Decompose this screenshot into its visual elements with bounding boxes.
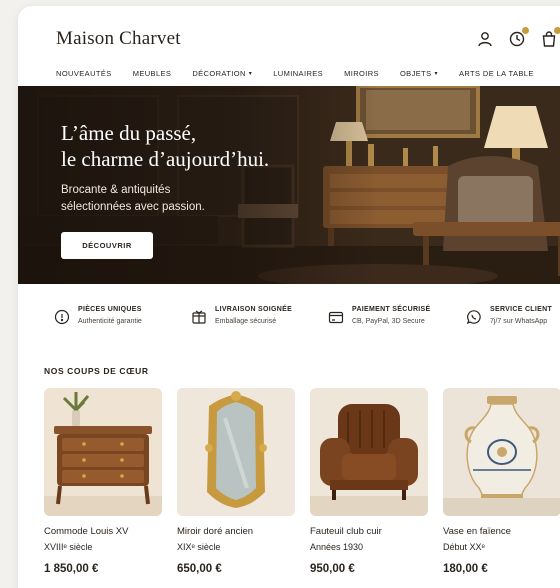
feature-desc: CB, PayPal, 3D Secure [352,318,425,325]
product-name[interactable]: Miroir doré ancien [177,526,295,537]
chevron-down-icon: ▾ [248,70,253,77]
hero-title: L’âme du passé, le charme d’aujourd’hui. [61,120,269,172]
section-title: NOS COUPS DE CŒUR [44,366,149,376]
product-period: XVIIIᵉ siècle [44,542,93,552]
nav-label: MIROIRS [344,68,379,78]
features-bar: PIÈCES UNIQUES Authenticité garantie LIV… [54,306,560,336]
product-card[interactable]: Commode Louis XV XVIIIᵉ siècle 1 850,00 … [44,388,162,575]
feature-unique-pieces: PIÈCES UNIQUES Authenticité garantie [54,306,142,325]
product-name[interactable]: Commode Louis XV [44,526,162,537]
brand-logo[interactable]: Maison Charvet [56,28,181,50]
nav-label: OBJETS [399,68,432,78]
feature-desc: Authenticité garantie [78,318,142,325]
main-nav: NOUVEAUTÉS MEUBLES DÉCORATION ▾ LUMINAIRE… [56,66,555,80]
product-image-mirror[interactable] [177,388,295,516]
feature-payment: PAIEMENT SÉCURISÉ CB, PayPal, 3D Secure [328,306,430,325]
hero-subtitle-line: sélectionnées avec passion. [61,201,205,213]
product-name[interactable]: Vase en faïence [443,526,560,537]
product-period: Années 1930 [310,542,364,552]
product-card[interactable]: Miroir doré ancien XIXᵉ siècle 650,00 € [177,388,295,575]
product-image-commode[interactable] [44,388,162,516]
nav-item-objets[interactable]: OBJETS ▾ [400,69,438,78]
feature-title: PAIEMENT SÉCURISÉ [352,306,431,313]
feature-desc: Emballage sécurisé [215,318,277,325]
product-card[interactable]: Fauteuil club cuir Années 1930 950,00 € [310,388,428,575]
hero-banner: L’âme du passé, le charme d’aujourd’hui.… [18,86,560,284]
product-image-armchair[interactable] [310,388,428,516]
product-card[interactable]: Vase en faïence Début XXᵉ 180,00 € [443,388,560,575]
nav-item-nouveautes[interactable]: NOUVEAUTÉS [56,69,112,78]
product-price: 1 850,00 € [44,563,99,575]
product-price: 650,00 € [177,563,222,575]
feature-delivery: LIVRAISON SOIGNÉE Emballage sécurisé [191,306,292,325]
nav-item-meubles[interactable]: MEUBLES [133,69,172,78]
nav-item-arts-de-la-table[interactable]: ARTS DE LA TABLE [459,69,534,78]
nav-label: ARTS DE LA TABLE [458,68,534,78]
feature-desc: 7j/7 sur WhatsApp [490,318,548,325]
feature-title: LIVRAISON SOIGNÉE [215,306,293,313]
nav-label: DÉCORATION [192,68,246,78]
clock-icon[interactable] [508,27,529,48]
feature-title: SERVICE CLIENT [490,306,553,313]
product-image-vase[interactable] [443,388,560,516]
hero-title-line: L’âme du passé, [61,121,197,145]
page-card: Maison Charvet NOUVEAUTÉS MEUBLES DÉCORA… [18,6,560,588]
header: Maison Charvet [18,6,560,60]
discover-button[interactable]: DÉCOUVRIR [61,232,153,259]
diamond-icon [54,309,70,325]
feature-title: PIÈCES UNIQUES [78,306,142,313]
nav-item-miroirs[interactable]: MIROIRS [344,69,379,78]
product-period: Début XXᵉ [443,542,485,552]
card-icon [328,309,344,325]
hero-subtitle-line: Brocante & antiquités [61,184,171,196]
product-price: 950,00 € [310,563,355,575]
product-period: XIXᵉ siècle [177,542,221,552]
product-price: 180,00 € [443,563,488,575]
chat-icon [466,309,482,325]
product-name[interactable]: Fauteuil club cuir [310,526,428,537]
nav-label: NOUVEAUTÉS [56,68,112,78]
user-icon[interactable] [476,30,494,48]
notification-badge [522,27,529,34]
chevron-down-icon: ▾ [434,70,438,77]
hero-subtitle: Brocante & antiquités sélectionnées avec… [61,182,205,216]
hero-title-line: le charme d’aujourd’hui. [61,147,270,171]
nav-item-decoration[interactable]: DÉCORATION ▾ [192,69,252,78]
cart-badge [554,27,560,34]
nav-label: MEUBLES [132,68,172,78]
nav-item-luminaires[interactable]: LUMINAIRES [273,69,323,78]
feature-support: SERVICE CLIENT 7j/7 sur WhatsApp [466,306,552,325]
gift-box-icon [191,309,207,325]
nav-label: LUMINAIRES [273,68,324,78]
bag-icon[interactable] [540,27,560,48]
